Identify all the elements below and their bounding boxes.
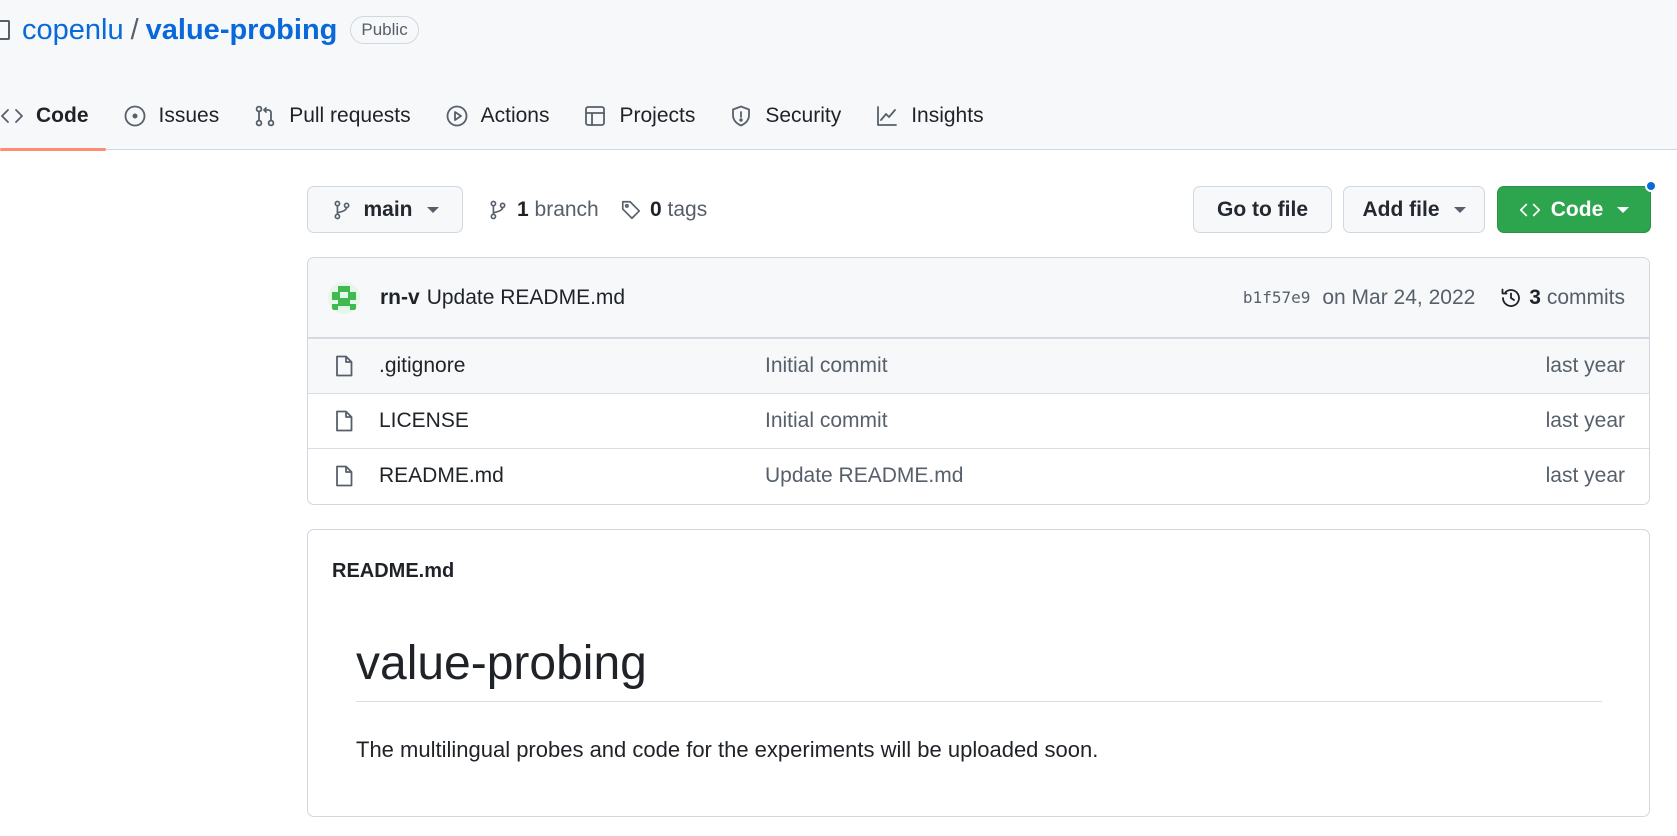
- add-file-label: Add file: [1362, 197, 1440, 221]
- file-icon: [336, 355, 353, 377]
- tab-code-label: Code: [36, 104, 89, 127]
- file-name-link[interactable]: .gitignore: [379, 354, 765, 378]
- shield-icon: [732, 105, 751, 127]
- file-navigation: main 1 branch 0 tags Go to file Add file…: [307, 180, 1657, 233]
- tab-issues-label: Issues: [158, 104, 220, 127]
- commit-details: b1f57e9 on Mar 24, 2022 3 commits: [1243, 286, 1625, 310]
- file-row[interactable]: .gitignore Initial commit last year: [308, 338, 1649, 393]
- readme-box: README.md value-probing The multilingual…: [307, 529, 1650, 817]
- file-name-link[interactable]: LICENSE: [379, 409, 765, 433]
- path-separator: /: [130, 13, 139, 46]
- branch-count: 1: [517, 197, 529, 221]
- tab-pull-requests-label: Pull requests: [289, 104, 411, 127]
- branch-label: branch: [534, 197, 599, 221]
- branch-icon: [334, 200, 351, 219]
- file-commit-link[interactable]: Initial commit: [765, 354, 888, 378]
- table-icon: [585, 106, 606, 126]
- play-icon: [446, 105, 468, 127]
- commit-date: on Mar 24, 2022: [1322, 285, 1476, 309]
- tab-pull-requests[interactable]: Pull requests: [236, 90, 427, 142]
- commits-label: commits: [1546, 285, 1625, 309]
- commit-message-link[interactable]: Update README.md: [427, 286, 625, 310]
- history-icon: [1501, 288, 1521, 307]
- tag-icon: [621, 200, 641, 219]
- commit-count: 3: [1529, 285, 1541, 309]
- commit-sha-link[interactable]: b1f57e9: [1243, 288, 1310, 307]
- repo-title: copenlu / value-probing Public: [0, 12, 419, 48]
- chevron-down-icon: [1617, 206, 1630, 213]
- file-age: last year: [1545, 409, 1625, 432]
- tag-count: 0: [650, 197, 662, 221]
- go-to-file-button[interactable]: Go to file: [1193, 186, 1332, 233]
- readme-filename-link[interactable]: README.md: [332, 560, 454, 583]
- code-button[interactable]: Code: [1497, 186, 1651, 233]
- repo-owner-link[interactable]: copenlu: [22, 14, 124, 47]
- tab-security-label: Security: [765, 104, 842, 127]
- tab-actions-label: Actions: [480, 104, 550, 127]
- tab-insights-label: Insights: [911, 104, 984, 127]
- branch-name: main: [363, 197, 413, 221]
- visibility-badge: Public: [350, 16, 419, 44]
- file-icon: [336, 465, 353, 487]
- readme-heading: value-probing: [356, 637, 1602, 702]
- pull-request-icon: [255, 105, 275, 127]
- commits-history-link[interactable]: 3 commits: [1499, 286, 1625, 310]
- tags-link[interactable]: 0 tags: [620, 186, 707, 233]
- file-row[interactable]: README.md Update README.md last year: [308, 448, 1649, 503]
- tab-security[interactable]: Security: [712, 90, 858, 142]
- tab-projects-label: Projects: [619, 104, 696, 127]
- file-age: last year: [1545, 354, 1625, 377]
- repo-header: copenlu / value-probing Public Code Issu…: [0, 0, 1677, 151]
- issue-icon: [124, 105, 145, 127]
- tag-label: tags: [667, 197, 708, 221]
- branch-icon: [490, 200, 506, 219]
- file-icon: [336, 410, 353, 432]
- file-row[interactable]: LICENSE Initial commit last year: [308, 393, 1649, 448]
- repo-tabs: Code Issues Pull requests Actions Projec…: [0, 90, 1001, 151]
- branches-link[interactable]: 1 branch: [487, 186, 599, 233]
- file-name-link[interactable]: README.md: [379, 464, 765, 488]
- commit-author-link[interactable]: rn-v: [380, 286, 420, 310]
- readme-body: The multilingual probes and code for the…: [356, 737, 1099, 762]
- repo-name-link[interactable]: value-probing: [146, 14, 338, 47]
- avatar[interactable]: [328, 281, 360, 314]
- add-file-button[interactable]: Add file: [1343, 186, 1485, 233]
- graph-icon: [877, 106, 898, 126]
- file-commit-link[interactable]: Update README.md: [765, 464, 963, 488]
- chevron-down-icon: [426, 206, 439, 213]
- code-icon: [1, 109, 23, 123]
- branch-select-button[interactable]: main: [307, 186, 463, 233]
- tab-issues[interactable]: Issues: [106, 90, 237, 142]
- notification-dot: [1645, 180, 1657, 192]
- latest-commit-bar: rn-v Update README.md b1f57e9 on Mar 24,…: [308, 258, 1649, 338]
- code-button-label: Code: [1550, 197, 1604, 221]
- repo-icon: [0, 20, 10, 40]
- code-icon: [1519, 203, 1540, 216]
- file-age: last year: [1545, 464, 1625, 487]
- tab-actions[interactable]: Actions: [428, 90, 567, 142]
- tab-projects[interactable]: Projects: [566, 90, 712, 142]
- file-browser: rn-v Update README.md b1f57e9 on Mar 24,…: [307, 257, 1650, 505]
- tab-code[interactable]: Code: [0, 90, 106, 151]
- file-commit-link[interactable]: Initial commit: [765, 409, 888, 433]
- chevron-down-icon: [1453, 206, 1466, 213]
- tab-insights[interactable]: Insights: [858, 90, 1000, 142]
